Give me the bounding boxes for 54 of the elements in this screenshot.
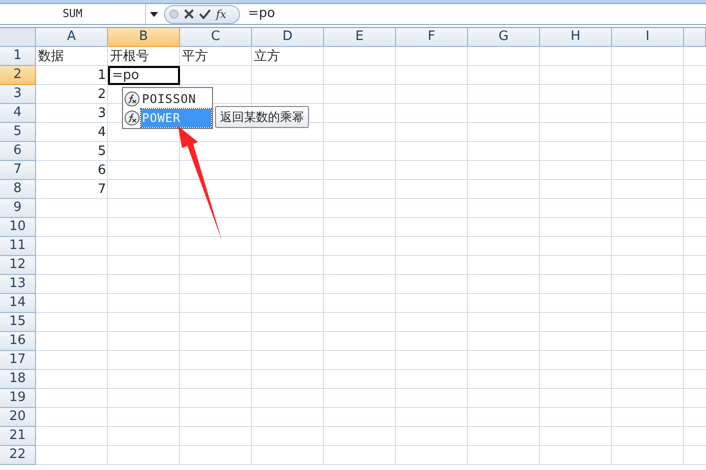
column-header[interactable]: F <box>396 28 468 47</box>
row-header[interactable]: 6 <box>0 142 36 161</box>
dropdown-caret-icon[interactable] <box>150 12 158 18</box>
column-header[interactable]: C <box>180 28 252 47</box>
check-icon[interactable] <box>199 9 211 19</box>
row-header[interactable]: 14 <box>0 294 36 313</box>
row-header[interactable]: 22 <box>0 446 36 465</box>
table-cell-text: 2 <box>96 86 107 104</box>
function-icon <box>124 90 140 106</box>
table-cell-text: 立方 <box>253 48 281 66</box>
row-header[interactable]: 12 <box>0 256 36 275</box>
row-header[interactable]: 4 <box>0 104 36 123</box>
table-cell-text: 7 <box>96 180 107 199</box>
row-header[interactable]: 3 <box>0 85 36 104</box>
row-header[interactable]: 1 <box>0 47 36 66</box>
cancel-icon[interactable] <box>184 9 194 19</box>
autocomplete-item[interactable]: POISSON <box>141 90 211 108</box>
tooltip: 返回某数的乘幂 <box>215 106 309 128</box>
row-header[interactable]: 19 <box>0 389 36 408</box>
row-header[interactable]: 20 <box>0 408 36 427</box>
table-cell-text: 5 <box>96 142 107 161</box>
table-cell-text: 1 <box>96 66 107 85</box>
table-cell-text: 6 <box>96 162 107 180</box>
column-header[interactable]: A <box>36 28 108 47</box>
column-header[interactable]: H <box>540 28 612 47</box>
row-header[interactable]: 16 <box>0 332 36 351</box>
formula-field[interactable]: =po <box>240 4 706 24</box>
table-cell-text: 开根号 <box>109 48 150 66</box>
row-header[interactable]: 2 <box>0 66 36 85</box>
circle-icon <box>169 9 179 19</box>
table-cell-text: 3 <box>96 104 107 123</box>
row-header[interactable]: 10 <box>0 218 36 237</box>
column-header[interactable]: I <box>612 28 684 47</box>
function-icon <box>124 110 140 126</box>
column-header[interactable]: B <box>108 28 180 47</box>
table-cell-text: 数据 <box>37 48 65 66</box>
row-header[interactable]: 18 <box>0 370 36 389</box>
column-header[interactable]: G <box>468 28 540 47</box>
row-header[interactable]: 17 <box>0 351 36 370</box>
row-header[interactable]: 7 <box>0 161 36 180</box>
name-box[interactable]: SUM <box>0 4 146 24</box>
row-header[interactable]: 13 <box>0 275 36 294</box>
table-cell-text: 4 <box>96 124 107 142</box>
row-header[interactable]: 5 <box>0 123 36 142</box>
column-header[interactable]: E <box>324 28 396 47</box>
table-cell-text: 平方 <box>181 48 209 66</box>
insert-function-button[interactable]: fx <box>216 8 226 20</box>
row-header[interactable]: 21 <box>0 427 36 446</box>
active-cell[interactable]: =po <box>108 66 180 85</box>
row-header[interactable]: 11 <box>0 237 36 256</box>
row-header[interactable]: 9 <box>0 199 36 218</box>
row-header[interactable]: 15 <box>0 313 36 332</box>
column-header[interactable]: D <box>252 28 324 47</box>
row-header[interactable]: 8 <box>0 180 36 199</box>
